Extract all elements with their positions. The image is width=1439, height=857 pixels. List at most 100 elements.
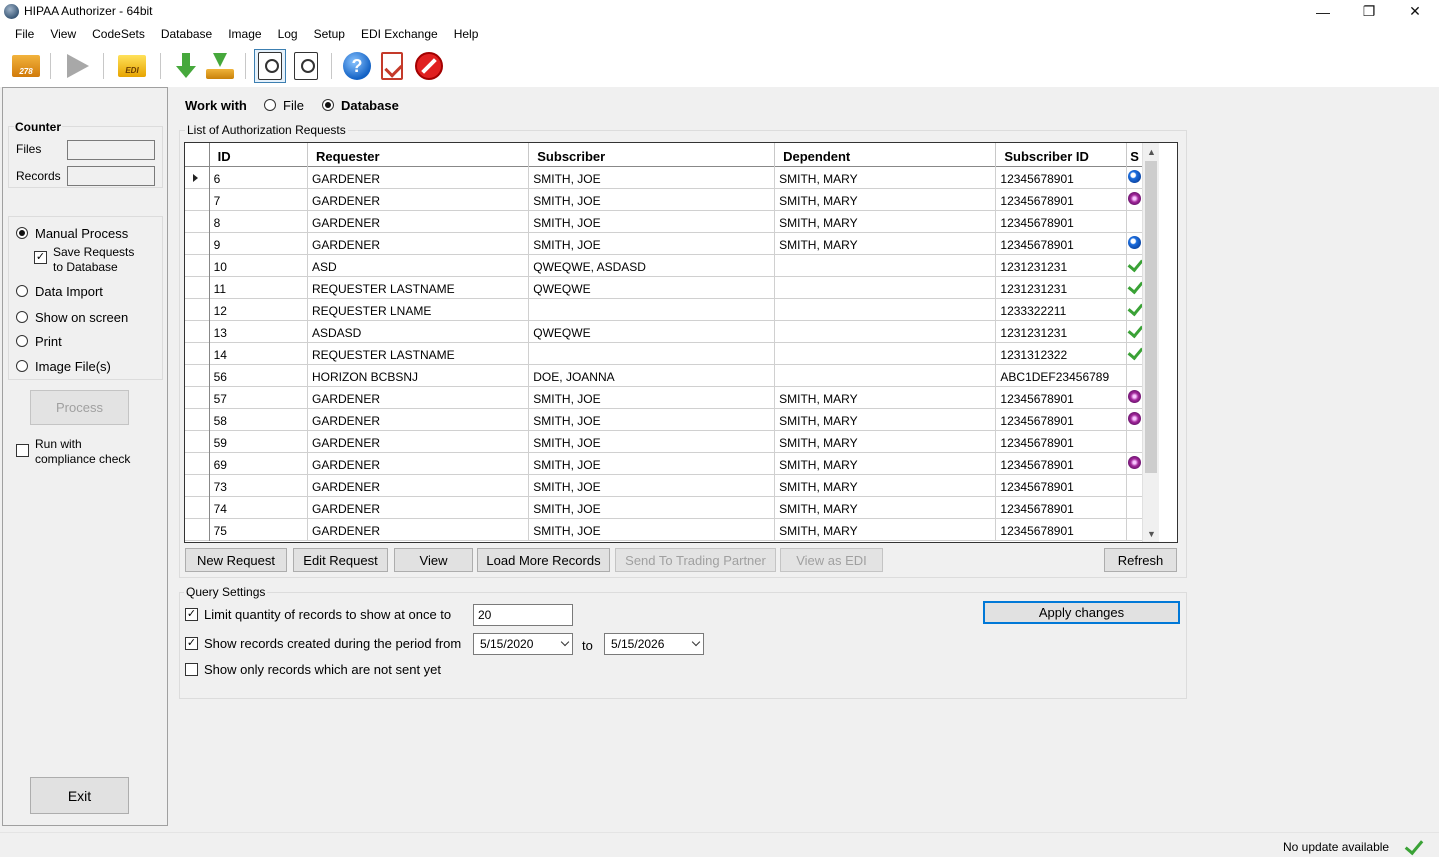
image-files-radio[interactable] [16,360,28,372]
cell-subscriber[interactable]: SMITH, JOE [529,211,776,233]
current-row-indicator-icon[interactable] [185,167,210,189]
cell-dependent[interactable]: SMITH, MARY [775,453,997,475]
cell-subscriber-id[interactable]: 12345678901 [996,431,1128,453]
authorization-grid[interactable]: ID Requester Subscriber Dependent Subscr… [184,142,1178,543]
show-on-screen-label[interactable]: Show on screen [35,310,128,325]
row-header[interactable] [185,233,210,255]
view-as-edi-button[interactable]: View as EDI [780,548,883,572]
period-checkbox[interactable]: ✓ [185,637,198,650]
col-requester-header[interactable]: Requester [308,143,530,167]
date-from-picker[interactable]: 5/15/2020 [473,633,573,655]
not-sent-label[interactable]: Show only records which are not sent yet [204,662,441,677]
data-import-label[interactable]: Data Import [35,284,103,299]
cell-requester[interactable]: REQUESTER LASTNAME [308,277,530,299]
restore-button[interactable]: ❐ [1346,0,1392,23]
print-label[interactable]: Print [35,334,62,349]
run-with-label-1[interactable]: Run with [35,437,82,451]
cell-requester[interactable]: GARDENER [308,189,530,211]
cell-subscriber-id[interactable]: 12345678901 [996,475,1128,497]
cell-id[interactable]: 13 [210,321,308,343]
row-header[interactable] [185,299,210,321]
menu-database[interactable]: Database [153,23,220,45]
cell-requester[interactable]: REQUESTER LNAME [308,299,530,321]
cell-subscriber-id[interactable]: 12345678901 [996,189,1128,211]
cell-id[interactable]: 6 [210,167,308,189]
cell-requester[interactable]: GARDENER [308,233,530,255]
cell-subscriber-id[interactable]: 1231231231 [996,277,1128,299]
cell-subscriber[interactable]: SMITH, JOE [529,431,776,453]
cell-dependent[interactable]: SMITH, MARY [775,519,997,541]
cell-id[interactable]: 14 [210,343,308,365]
row-header[interactable] [185,431,210,453]
row-header[interactable] [185,211,210,233]
limit-records-label[interactable]: Limit quantity of records to show at onc… [204,607,451,622]
row-header[interactable] [185,475,210,497]
apply-changes-button[interactable]: Apply changes [983,601,1180,624]
close-button[interactable]: ✕ [1392,0,1438,23]
compliance-check-checkbox[interactable] [16,444,29,457]
cell-subscriber-id[interactable]: 1231312322 [996,343,1128,365]
table-row[interactable]: 57 GARDENER SMITH, JOE SMITH, MARY 123456789… [185,387,1145,409]
scroll-up-arrow-icon[interactable]: ▲ [1143,143,1160,160]
cell-requester[interactable]: GARDENER [308,519,530,541]
cell-id[interactable]: 10 [210,255,308,277]
cell-dependent[interactable]: SMITH, MARY [775,189,997,211]
cell-id[interactable]: 58 [210,409,308,431]
load-more-records-button[interactable]: Load More Records [477,548,610,572]
stop-button[interactable] [413,49,445,83]
cell-requester[interactable]: ASD [308,255,530,277]
row-header[interactable] [185,189,210,211]
cell-dependent[interactable]: SMITH, MARY [775,497,997,519]
manual-process-label[interactable]: Manual Process [35,226,128,241]
cell-subscriber[interactable]: SMITH, JOE [529,519,776,541]
row-header[interactable] [185,343,210,365]
grid-vertical-scrollbar[interactable]: ▲ ▼ [1142,143,1159,542]
cell-subscriber[interactable] [529,343,776,365]
work-with-database-label[interactable]: Database [341,98,399,113]
row-header[interactable] [185,387,210,409]
table-row[interactable]: 73 GARDENER SMITH, JOE SMITH, MARY 123456789… [185,475,1145,497]
table-row[interactable]: 75 GARDENER SMITH, JOE SMITH, MARY 123456789… [185,519,1145,541]
cell-dependent[interactable]: SMITH, MARY [775,233,997,255]
cell-id[interactable]: 74 [210,497,308,519]
cell-id[interactable]: 56 [210,365,308,387]
col-dependent-header[interactable]: Dependent [775,143,997,167]
cell-subscriber-id[interactable]: 1233322211 [996,299,1128,321]
cell-id[interactable]: 69 [210,453,308,475]
table-row[interactable]: 58 GARDENER SMITH, JOE SMITH, MARY 123456789… [185,409,1145,431]
cell-id[interactable]: 7 [210,189,308,211]
print-radio[interactable] [16,335,28,347]
save-requests-label-1[interactable]: Save Requests [53,245,134,259]
cell-id[interactable]: 57 [210,387,308,409]
edit-request-button[interactable]: Edit Request [293,548,388,572]
download-button[interactable] [170,49,202,83]
col-subscriber-id-header[interactable]: Subscriber ID [996,143,1128,167]
cell-dependent[interactable] [775,299,997,321]
cell-subscriber[interactable]: SMITH, JOE [529,409,776,431]
cell-subscriber-id[interactable]: 12345678901 [996,519,1128,541]
table-row[interactable]: 8 GARDENER SMITH, JOE SMITH, MARY 1234567890… [185,211,1145,233]
cell-requester[interactable]: GARDENER [308,387,530,409]
row-header[interactable] [185,497,210,519]
data-import-radio[interactable] [16,285,28,297]
cell-subscriber[interactable]: SMITH, JOE [529,453,776,475]
table-row[interactable]: 74 GARDENER SMITH, JOE SMITH, MARY 123456789… [185,497,1145,519]
process-button[interactable]: Process [30,390,129,425]
scroll-thumb[interactable] [1145,161,1157,473]
cell-dependent[interactable]: SMITH, MARY [775,475,997,497]
open-278-button[interactable]: 278 [10,49,42,83]
cell-subscriber-id[interactable]: 12345678901 [996,409,1128,431]
import-button[interactable] [204,49,236,83]
limit-records-checkbox[interactable]: ✓ [185,608,198,621]
cell-subscriber[interactable]: SMITH, JOE [529,475,776,497]
menu-file[interactable]: File [7,23,42,45]
cell-requester[interactable]: GARDENER [308,497,530,519]
cell-subscriber-id[interactable]: 12345678901 [996,211,1128,233]
cell-subscriber-id[interactable]: 12345678901 [996,453,1128,475]
cell-dependent[interactable]: SMITH, MARY [775,431,997,453]
table-row[interactable]: 56 HORIZON BCBSNJ DOE, JOANNA ABC1DEF234567… [185,365,1145,387]
menu-help[interactable]: Help [446,23,487,45]
table-row[interactable]: 10 ASD QWEQWE, ASDASD 1231231231 [185,255,1145,277]
cell-dependent[interactable] [775,255,997,277]
cell-subscriber-id[interactable]: 12345678901 [996,233,1128,255]
